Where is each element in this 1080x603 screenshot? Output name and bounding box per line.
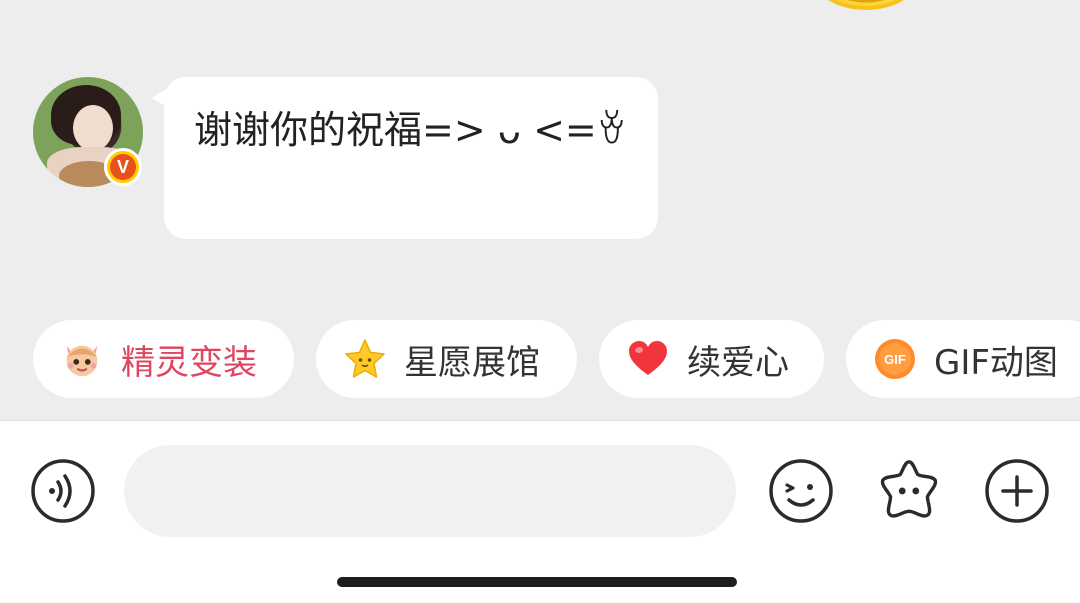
emoji-icon [769, 459, 833, 523]
gif-icon-text: GIF [884, 352, 906, 367]
emoji-sticker-icon [828, 0, 904, 10]
sticker-button[interactable] [876, 456, 942, 522]
verified-badge: V [104, 148, 142, 186]
more-button[interactable] [984, 458, 1050, 524]
sticker-star-icon [880, 460, 938, 518]
quick-action-label: 精灵变装 [121, 342, 257, 383]
plus-icon [985, 459, 1049, 523]
message-bubble[interactable]: 谢谢你的祝福=> ᴗ <=ꈊ [164, 77, 658, 239]
quick-action-continue-love[interactable]: 续爱心 [599, 320, 824, 398]
gif-icon: GIF [872, 336, 918, 382]
elf-avatar-icon [59, 336, 105, 382]
home-indicator [337, 577, 737, 587]
verified-badge-letter: V [110, 154, 136, 180]
voice-icon [31, 459, 95, 523]
quick-action-elf-dressup[interactable]: 精灵变装 [33, 320, 294, 398]
quick-actions-row: 精灵变装 星愿展馆 续爱心 GIF GIF动图 [0, 320, 1080, 400]
quick-action-wish-gallery[interactable]: 星愿展馆 [316, 320, 577, 398]
composer-bar [0, 420, 1080, 603]
quick-action-label: GIF动图 [934, 342, 1058, 383]
chat-area: V 谢谢你的祝福=> ᴗ <=ꈊ 精灵变装 星愿展馆 续爱心 GIF GIF动图 [0, 0, 1080, 420]
message-input[interactable] [124, 445, 736, 537]
voice-button[interactable] [30, 458, 96, 524]
heart-icon [625, 336, 671, 382]
quick-action-label: 星愿展馆 [404, 342, 540, 383]
quick-action-label: 续爱心 [687, 342, 789, 383]
emoji-button[interactable] [768, 458, 834, 524]
star-icon [342, 336, 388, 382]
quick-action-gif[interactable]: GIF GIF动图 [846, 320, 1080, 398]
message-text: 谢谢你的祝福=> ᴗ <=ꈊ [194, 108, 627, 152]
